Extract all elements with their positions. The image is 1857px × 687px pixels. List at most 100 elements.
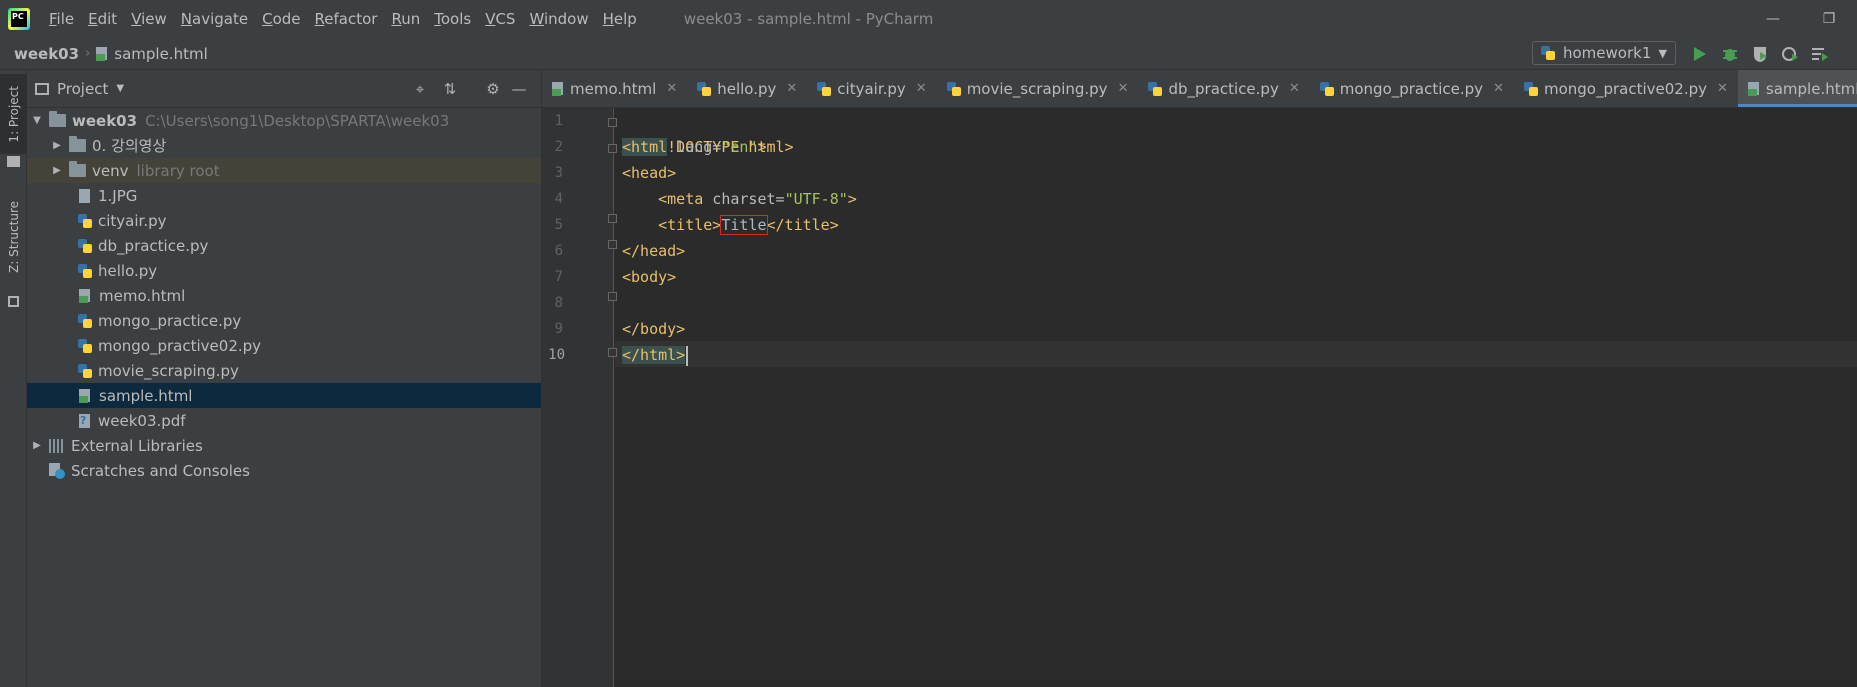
python-icon: [1541, 46, 1555, 60]
profile-icon[interactable]: [1780, 45, 1800, 63]
hide-panel-icon[interactable]: —: [509, 79, 529, 99]
fold-marker-icon[interactable]: [608, 348, 617, 357]
tree-item-file[interactable]: db_practice.py: [27, 233, 541, 258]
close-icon[interactable]: ✕: [666, 81, 677, 96]
menu-item-tools[interactable]: Tools: [427, 10, 478, 28]
menu-item-view[interactable]: View: [124, 10, 174, 28]
menu-item-window[interactable]: Window: [522, 10, 595, 28]
tag-token: </head>: [622, 242, 686, 260]
minimize-button[interactable]: —: [1745, 0, 1801, 38]
code-line-3[interactable]: <head>: [622, 160, 676, 186]
title-text-token: Title: [720, 215, 768, 235]
chevron-down-icon[interactable]: ▼: [116, 83, 124, 94]
menu-label-rest: efactor: [324, 10, 378, 28]
attr-token: charset=: [703, 190, 785, 208]
coverage-icon[interactable]: [1750, 45, 1770, 63]
menu-item-vcs[interactable]: VCS: [478, 10, 522, 28]
tab-db-practice-py[interactable]: db_practice.py ✕: [1138, 70, 1309, 107]
menu-mnemonic: R: [314, 10, 325, 28]
run-icon[interactable]: [1690, 45, 1710, 63]
python-file-icon: [1523, 81, 1538, 96]
menu-item-navigate[interactable]: Navigate: [174, 10, 255, 28]
close-icon[interactable]: ✕: [1289, 81, 1300, 96]
python-file-icon: [78, 263, 92, 278]
gear-icon[interactable]: ⚙: [483, 79, 503, 99]
fold-marker-icon[interactable]: [608, 240, 617, 249]
code-line-6[interactable]: </head>: [622, 238, 685, 264]
fold-marker-icon[interactable]: [608, 292, 617, 301]
code-editor[interactable]: 1 2 3 4 5 6 7 8 9 10 <!DOCTYPE html> <html lang="…: [542, 108, 1857, 687]
code-line-1[interactable]: <!DOCTYPE html>: [622, 108, 793, 156]
tree-item-label: mongo_practive02.py: [98, 336, 262, 355]
collapse-all-icon[interactable]: ⇅: [440, 79, 460, 99]
tree-item-file[interactable]: hello.py: [27, 258, 541, 283]
tree-item-file[interactable]: movie_scraping.py: [27, 358, 541, 383]
tab-mongo-practice-py[interactable]: mongo_practice.py ✕: [1310, 70, 1514, 107]
fold-marker-icon[interactable]: [608, 144, 617, 153]
code-line-7[interactable]: <body>: [622, 264, 676, 290]
debug-icon[interactable]: [1720, 45, 1740, 63]
tab-hello-py[interactable]: hello.py ✕: [687, 70, 807, 107]
tree-item-folder[interactable]: ▶ 0. 강의영상: [27, 133, 541, 158]
tree-item-file[interactable]: week03.pdf: [27, 408, 541, 433]
tree-item-file[interactable]: mongo_practice.py: [27, 308, 541, 333]
close-icon[interactable]: ✕: [786, 81, 797, 96]
tab-memo-html[interactable]: memo.html ✕: [542, 70, 687, 107]
close-icon[interactable]: ✕: [1493, 81, 1504, 96]
menu-mnemonic: C: [262, 10, 273, 28]
project-view-title[interactable]: Project: [57, 80, 108, 98]
tree-root[interactable]: ▼ week03 C:\Users\song1\Desktop\SPARTA\w…: [27, 108, 541, 133]
tree-root-path: C:\Users\song1\Desktop\SPARTA\week03: [145, 111, 450, 130]
menu-mnemonic: V: [485, 10, 496, 28]
tree-item-venv[interactable]: ▶ venv library root: [27, 158, 541, 183]
close-icon[interactable]: ✕: [916, 81, 927, 96]
menu-item-code[interactable]: Code: [255, 10, 307, 28]
fold-marker-icon[interactable]: [608, 214, 617, 223]
folder-icon: [49, 111, 66, 127]
run-with-options-icon[interactable]: [1810, 45, 1830, 63]
tag-token: >: [757, 138, 767, 156]
code-line-2[interactable]: <html lang="en">: [622, 134, 767, 160]
code-line-4[interactable]: <meta charset="UTF-8">: [622, 186, 857, 212]
code-line-5[interactable]: <title>Title</title>: [622, 212, 839, 238]
scratches-icon: [49, 462, 65, 479]
project-tool-tab[interactable]: 1: Project: [0, 74, 27, 154]
tree-item-file[interactable]: 1.JPG: [27, 183, 541, 208]
tag-token: <meta: [622, 190, 704, 208]
breadcrumb-file[interactable]: sample.html: [114, 45, 207, 63]
locate-icon[interactable]: ⌖: [410, 79, 430, 99]
menu-item-edit[interactable]: Edit: [81, 10, 124, 28]
tab-sample-html[interactable]: sample.html✕: [1737, 70, 1857, 107]
close-icon[interactable]: ✕: [1118, 81, 1129, 96]
menu-item-help[interactable]: Help: [596, 10, 644, 28]
project-panel-header: Project ▼ ⌖ ⇅ ⚙ —: [27, 70, 541, 108]
breadcrumb-project[interactable]: week03: [14, 45, 79, 63]
tree-scratches[interactable]: Scratches and Consoles: [27, 458, 541, 483]
close-icon[interactable]: ✕: [1717, 81, 1728, 96]
tree-item-file[interactable]: mongo_practive02.py: [27, 333, 541, 358]
tree-external-libraries[interactable]: ▶ External Libraries: [27, 433, 541, 458]
html-file-icon: [79, 388, 91, 403]
line-number: 4: [554, 191, 563, 207]
structure-tool-tab[interactable]: Z: Structure: [0, 182, 27, 292]
tree-item-label: movie_scraping.py: [98, 361, 239, 380]
breadcrumb-separator-icon: ›: [85, 46, 91, 61]
tree-item-file-selected[interactable]: sample.html: [27, 383, 541, 408]
tree-item-file[interactable]: cityair.py: [27, 208, 541, 233]
menu-item-file[interactable]: File: [42, 10, 81, 28]
restore-button[interactable]: ❐: [1801, 0, 1857, 38]
tree-item-label: hello.py: [98, 261, 158, 280]
menu-item-refactor[interactable]: Refactor: [308, 10, 385, 28]
code-line-10[interactable]: </html>: [622, 342, 689, 368]
fold-marker-icon[interactable]: [608, 118, 617, 127]
code-line-9[interactable]: </body>: [622, 316, 685, 342]
run-configuration-dropdown[interactable]: homework1 ▼: [1532, 41, 1676, 65]
pycharm-logo-icon: [8, 8, 30, 30]
tab-mongo-practive02-py[interactable]: mongo_practive02.py ✕: [1514, 70, 1738, 107]
tab-cityair-py[interactable]: cityair.py ✕: [807, 70, 936, 107]
tab-movie-scraping-py[interactable]: movie_scraping.py ✕: [937, 70, 1139, 107]
tree-item-file[interactable]: memo.html: [27, 283, 541, 308]
line-number-gutter: 1 2 3 4 5 6 7 8 9 10: [542, 108, 614, 687]
menu-item-run[interactable]: Run: [384, 10, 427, 28]
tag-token: <head>: [622, 164, 677, 182]
